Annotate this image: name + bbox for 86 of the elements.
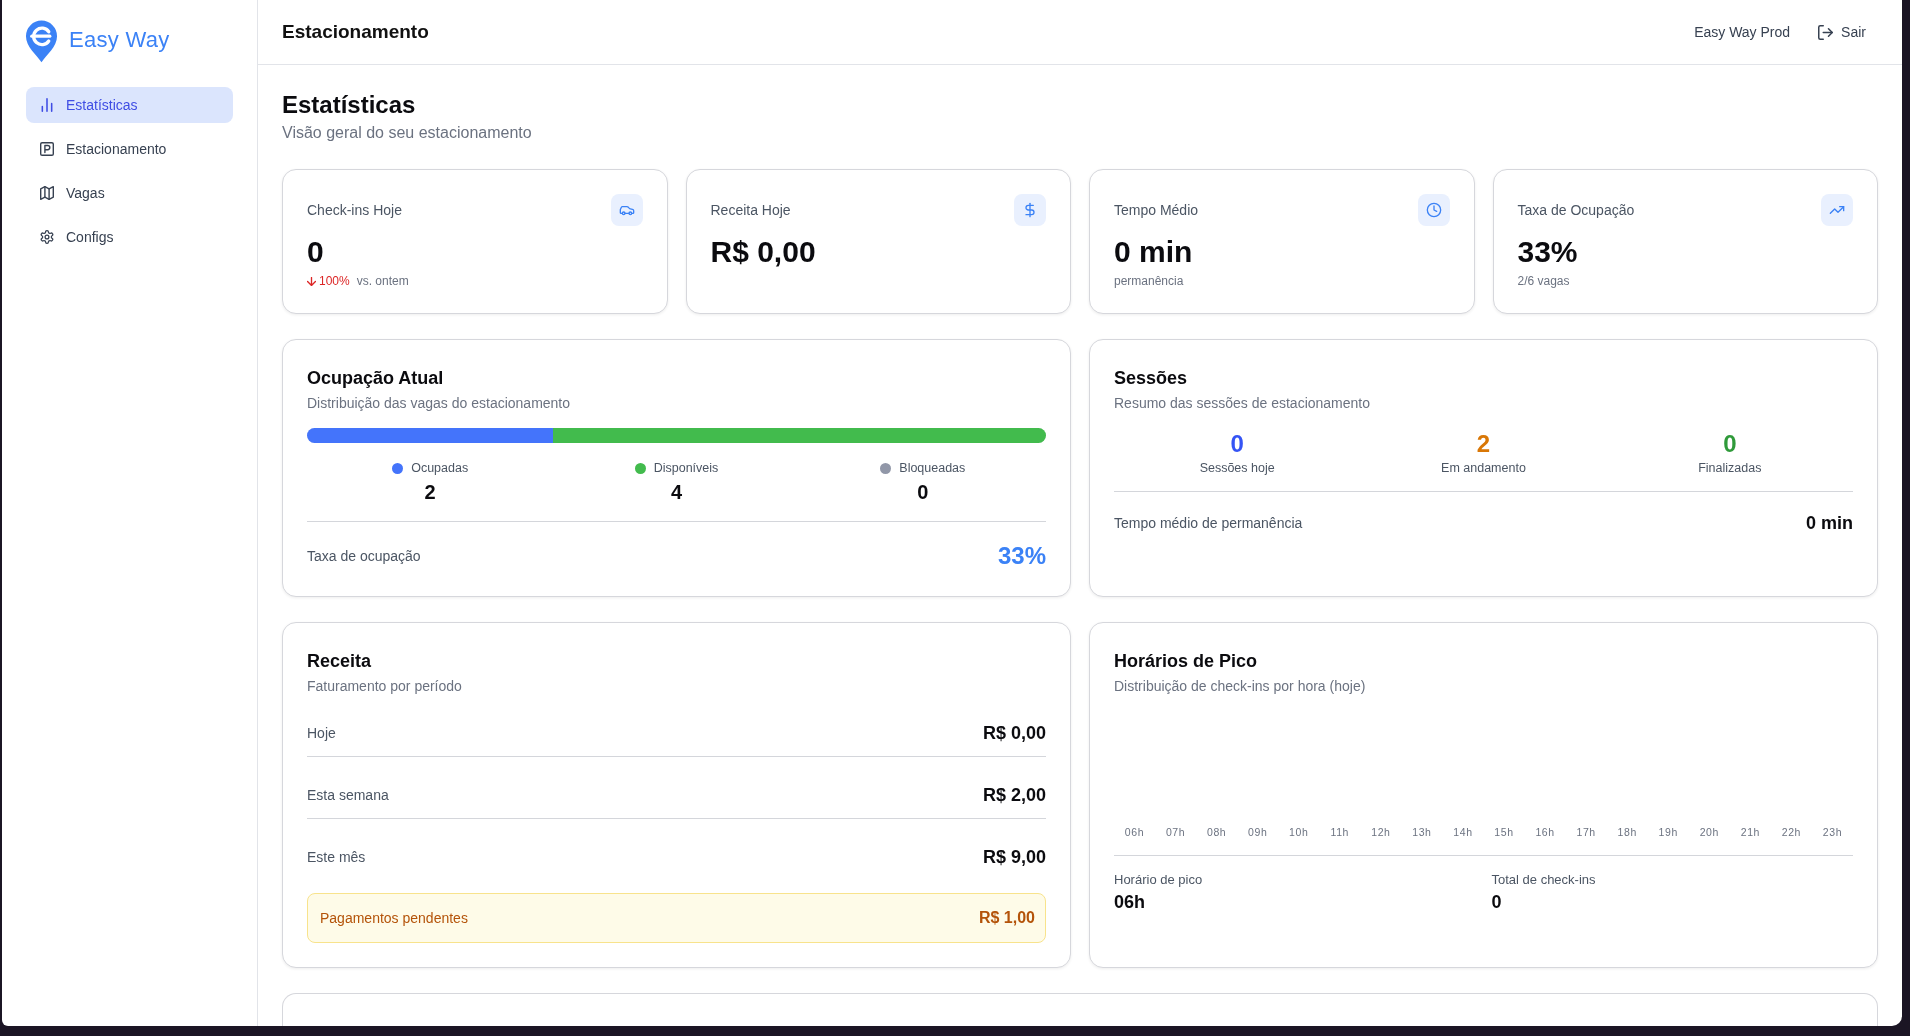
stat-value: 33%	[1517, 234, 1579, 270]
period-amount: R$ 2,00	[982, 784, 1046, 806]
pending-label: Pagamentos pendentes	[320, 910, 468, 926]
hour-label: 13h	[1411, 825, 1433, 839]
legend-value: 4	[670, 480, 683, 504]
stat-value: 0	[307, 234, 325, 270]
map-icon	[40, 186, 54, 200]
hour-label: 18h	[1616, 825, 1638, 839]
account-name: Easy Way Prod	[1694, 24, 1791, 40]
bar-chart-icon	[40, 98, 54, 112]
hour-label: 06h	[1123, 825, 1146, 839]
card-subtitle: Faturamento por período	[307, 677, 463, 696]
summary-label: Horário de pico	[1114, 871, 1204, 889]
card-title: Ocupação Atual	[307, 367, 445, 390]
summary-value: 0	[1491, 891, 1503, 914]
logout-button[interactable]: Sair	[1806, 18, 1878, 46]
stat-value: 0 min	[1114, 234, 1194, 270]
stat-label: Taxa de Ocupação	[1517, 202, 1635, 218]
card-subtitle: Distribuição das vagas do estacionamento	[307, 394, 572, 413]
hour-label: 19h	[1657, 825, 1679, 839]
hour-label: 09h	[1247, 825, 1269, 839]
period-label: Esta semana	[307, 787, 389, 803]
hour-label: 11h	[1329, 825, 1351, 839]
sidebar-item[interactable]: Estatísticas	[26, 87, 233, 123]
legend-label: Ocupadas	[411, 461, 469, 475]
hour-label: 12h	[1370, 825, 1392, 839]
hour-label: 17h	[1575, 825, 1597, 839]
header-title: Estacionamento	[282, 21, 429, 43]
car-icon	[610, 194, 643, 226]
location-pin-icon	[25, 19, 58, 63]
legend-label: Bloqueadas	[899, 461, 966, 475]
period-label: Este mês	[307, 849, 366, 865]
parking-sign-icon	[40, 142, 54, 156]
summary-value: 06h	[1114, 891, 1147, 914]
period-amount: R$ 0,00	[982, 722, 1046, 744]
page-title: Estatísticas	[282, 90, 417, 120]
hour-label: 22h	[1780, 825, 1803, 839]
trend-value: 100%	[319, 274, 350, 288]
legend-label: Disponíveis	[653, 461, 719, 475]
period-label: Hoje	[307, 725, 336, 741]
average-value: 0 min	[1806, 512, 1853, 535]
stat-value: R$ 0,00	[710, 234, 817, 270]
hour-label: 21h	[1739, 825, 1761, 839]
hour-label: 08h	[1205, 825, 1228, 839]
dollar-sign-icon	[1014, 194, 1046, 226]
stat-label: Receita Hoje	[710, 202, 791, 218]
stat-label: Tempo Médio	[1114, 202, 1199, 218]
session-label: Sessões hoje	[1199, 460, 1275, 476]
summary-label: Total de check-ins	[1491, 871, 1597, 889]
card-subtitle: Resumo das sessões de estacionamento	[1114, 394, 1372, 413]
session-count: 2	[1476, 429, 1491, 459]
logout-icon	[1818, 24, 1834, 40]
hour-label: 14h	[1452, 825, 1474, 839]
stat-label: Check-ins Hoje	[307, 202, 402, 218]
sidebar-item[interactable]: Estacionamento	[26, 131, 233, 167]
stat-note: permanência	[1114, 273, 1185, 289]
card-subtitle: Distribuição de check-ins por hora (hoje)	[1114, 677, 1367, 696]
trending-up-icon	[1821, 194, 1853, 226]
trend-note: vs. ontem	[356, 274, 409, 288]
stat-note: 2/6 vagas	[1517, 273, 1571, 289]
hour-label: 07h	[1164, 825, 1187, 839]
card-title: Sessões	[1114, 367, 1189, 390]
legend-value: 2	[424, 480, 436, 504]
session-count: 0	[1723, 429, 1737, 459]
sidebar-item[interactable]: Configs	[26, 219, 233, 255]
rate-label: Taxa de ocupação	[307, 548, 421, 564]
rate-value: 33%	[997, 541, 1046, 571]
session-label: Finalizadas	[1698, 460, 1762, 476]
hour-label: 23h	[1821, 825, 1844, 839]
settings-icon	[40, 230, 54, 244]
card-title: Horários de Pico	[1114, 650, 1259, 673]
period-amount: R$ 9,00	[982, 846, 1046, 868]
hour-label: 16h	[1534, 825, 1556, 839]
average-label: Tempo médio de permanência	[1114, 515, 1303, 531]
pending-amount: R$ 1,00	[978, 909, 1035, 927]
hour-label: 20h	[1698, 825, 1720, 839]
hour-label: 15h	[1493, 825, 1515, 839]
legend-value: 0	[917, 480, 929, 504]
session-count: 0	[1230, 429, 1244, 459]
clock-icon	[1417, 194, 1450, 226]
page-subtitle: Visão geral do seu estacionamento	[282, 123, 533, 143]
session-label: Em andamento	[1441, 460, 1526, 476]
card-title: Receita	[307, 650, 373, 673]
brand-name: Easy Way	[69, 26, 170, 53]
sidebar-item[interactable]: Vagas	[26, 175, 233, 211]
hour-label: 10h	[1288, 825, 1310, 839]
